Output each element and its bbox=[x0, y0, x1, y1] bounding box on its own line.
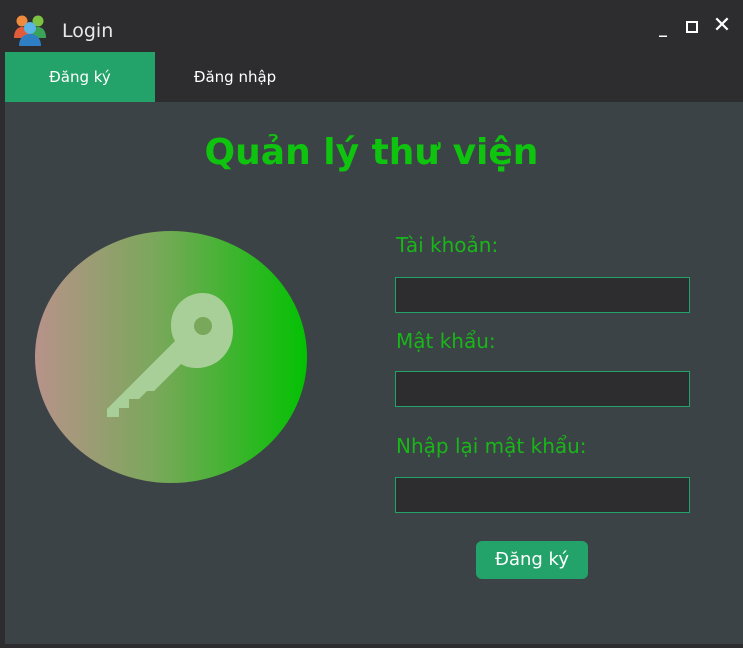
tab-login[interactable]: Đăng nhập bbox=[160, 52, 310, 102]
minimize-button[interactable]: _ bbox=[652, 16, 674, 40]
bottom-border bbox=[0, 644, 743, 648]
close-button[interactable]: ✕ bbox=[711, 14, 733, 38]
minimize-icon: _ bbox=[659, 18, 667, 37]
users-icon bbox=[14, 15, 46, 46]
tab-register[interactable]: Đăng ký bbox=[5, 52, 155, 102]
close-icon: ✕ bbox=[712, 13, 732, 38]
tab-bar: Đăng ký Đăng nhập bbox=[5, 52, 743, 102]
key-icon bbox=[35, 231, 307, 483]
account-input[interactable] bbox=[395, 277, 690, 313]
confirm-password-input[interactable] bbox=[395, 477, 690, 513]
password-label: Mật khẩu: bbox=[396, 329, 496, 353]
password-input[interactable] bbox=[395, 371, 690, 407]
window-title: Login bbox=[62, 20, 114, 42]
login-window: Login _ ✕ Đăng ký Đăng nhập Quản lý thư … bbox=[0, 0, 743, 648]
maximize-icon bbox=[686, 21, 698, 33]
account-label: Tài khoản: bbox=[396, 233, 499, 257]
confirm-password-label: Nhập lại mật khẩu: bbox=[396, 434, 587, 458]
register-button[interactable]: Đăng ký bbox=[476, 541, 588, 579]
title-bar: Login _ ✕ bbox=[0, 0, 743, 52]
page-title: Quản lý thư viện bbox=[204, 132, 539, 173]
maximize-button[interactable] bbox=[682, 16, 704, 40]
